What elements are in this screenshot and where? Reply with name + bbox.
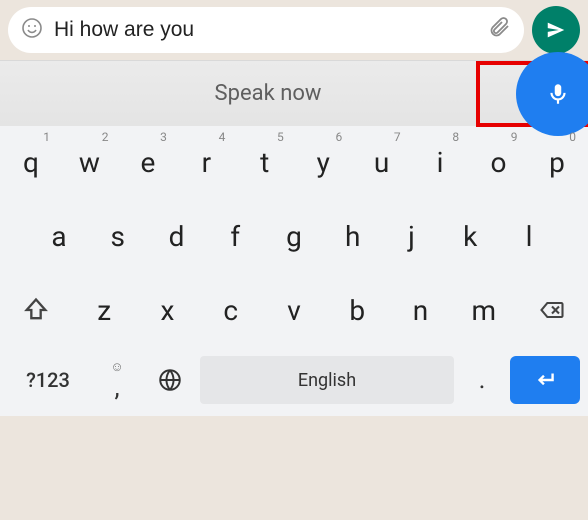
key-g[interactable]: g	[269, 206, 319, 266]
text-input-wrap	[8, 7, 524, 53]
key-r[interactable]: 4r	[181, 132, 231, 192]
key-z[interactable]: z	[79, 280, 129, 340]
key-j[interactable]: j	[387, 206, 437, 266]
send-button[interactable]	[532, 6, 580, 54]
enter-key[interactable]	[510, 356, 580, 404]
mic-highlight-box	[476, 61, 588, 127]
key-p[interactable]: 0p	[532, 132, 582, 192]
key-row-1: 1q 2w 3e 4r 5t 6y 7u 8i 9o 0p	[6, 132, 582, 192]
period-key[interactable]: .	[460, 354, 504, 406]
space-key[interactable]: English	[200, 356, 454, 404]
speak-now-label: Speak now	[0, 81, 476, 106]
key-k[interactable]: k	[445, 206, 495, 266]
key-row-bottom: ?123 ☺ , English .	[6, 354, 582, 406]
backspace-key[interactable]	[522, 296, 582, 324]
mic-button[interactable]	[516, 52, 588, 136]
key-f[interactable]: f	[210, 206, 260, 266]
key-s[interactable]: s	[93, 206, 143, 266]
key-n[interactable]: n	[396, 280, 446, 340]
key-t[interactable]: 5t	[240, 132, 290, 192]
key-e[interactable]: 3e	[123, 132, 173, 192]
key-c[interactable]: c	[206, 280, 256, 340]
key-u[interactable]: 7u	[357, 132, 407, 192]
key-row-2: a s d f g h j k l	[6, 206, 582, 266]
key-l[interactable]: l	[504, 206, 554, 266]
keyboard: 1q 2w 3e 4r 5t 6y 7u 8i 9o 0p a s d f g …	[0, 126, 588, 416]
key-y[interactable]: 6y	[298, 132, 348, 192]
shift-key[interactable]	[6, 296, 66, 324]
key-o[interactable]: 9o	[474, 132, 524, 192]
key-a[interactable]: a	[34, 206, 84, 266]
key-x[interactable]: x	[143, 280, 193, 340]
message-input[interactable]	[54, 18, 478, 42]
key-h[interactable]: h	[328, 206, 378, 266]
key-i[interactable]: 8i	[415, 132, 465, 192]
symbols-key[interactable]: ?123	[8, 354, 88, 406]
key-b[interactable]: b	[332, 280, 382, 340]
voice-input-bar: Speak now	[0, 60, 588, 126]
attachment-icon[interactable]	[488, 16, 512, 44]
emoji-comma-key[interactable]: ☺ ,	[94, 354, 140, 406]
key-q[interactable]: 1q	[6, 132, 56, 192]
key-row-3: z x c v b n m	[6, 280, 582, 340]
chat-input-bar	[0, 0, 588, 60]
key-d[interactable]: d	[152, 206, 202, 266]
emoji-icon[interactable]	[20, 16, 44, 44]
key-w[interactable]: 2w	[64, 132, 114, 192]
language-key[interactable]	[146, 354, 194, 406]
key-v[interactable]: v	[269, 280, 319, 340]
key-m[interactable]: m	[459, 280, 509, 340]
